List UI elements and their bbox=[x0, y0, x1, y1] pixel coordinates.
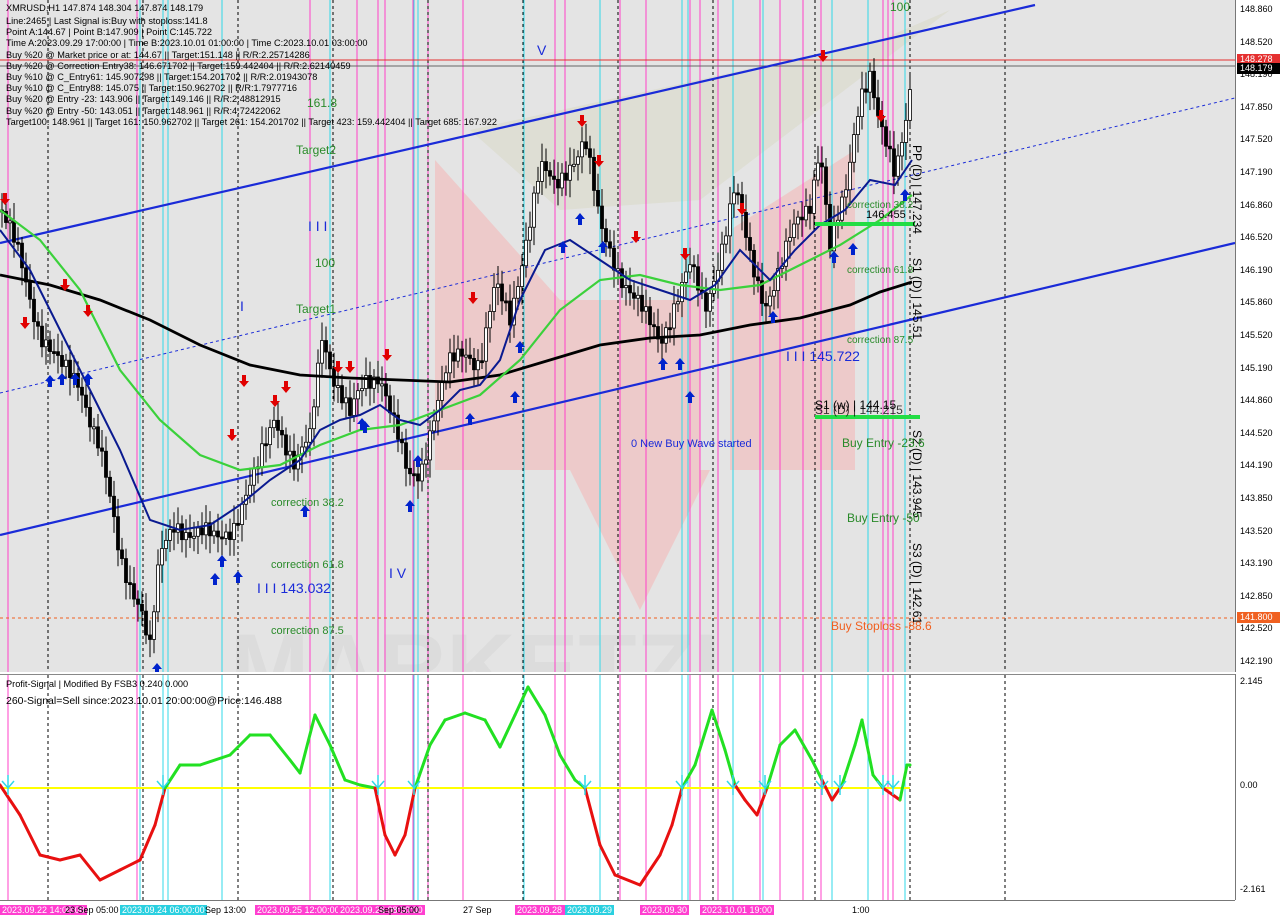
wave-i-label: I bbox=[240, 298, 244, 314]
price-tick: 142.190 bbox=[1240, 656, 1273, 666]
price-tick: 148.520 bbox=[1240, 36, 1273, 47]
price-tick: 147.190 bbox=[1240, 167, 1273, 177]
target1-label: Target1 bbox=[296, 302, 337, 316]
price-tick: 147.850 bbox=[1240, 101, 1273, 112]
price-tick: 142.520 bbox=[1240, 623, 1273, 634]
time-axis[interactable]: 2023.09.22 14:00:00 23 Sep 05:00 2023.09.2… bbox=[0, 900, 1235, 921]
correction-875-right-label: correction 87.5 bbox=[847, 335, 914, 346]
price-chart-panel[interactable]: MARKETZI PP (D) | 147.234 S1 (D) | 145.5… bbox=[0, 0, 1235, 672]
correction-618-label: correction 61.8 bbox=[271, 559, 344, 571]
price-tick: 143.520 bbox=[1240, 525, 1273, 536]
price-tick: 145.190 bbox=[1240, 362, 1273, 373]
top-100-label: 100 bbox=[890, 0, 911, 14]
indicator-tick: -2.161 bbox=[1240, 884, 1266, 894]
indicator-tick: 0.00 bbox=[1240, 780, 1258, 790]
price-tick: 147.520 bbox=[1240, 134, 1273, 145]
price-tick: 143.190 bbox=[1240, 558, 1273, 569]
info-line: Point A:144.67 | Point B:147.909 | Point… bbox=[6, 27, 213, 38]
info-line: Buy %20 @ Entry -50: 143.051 || Target:1… bbox=[6, 105, 281, 116]
wave-iii-label: I I I bbox=[308, 218, 328, 234]
fib-100-label: 100 bbox=[315, 256, 336, 270]
info-line: Line:2465 | Last Signal is:Buy with stop… bbox=[6, 16, 208, 26]
price-tick: 144.190 bbox=[1240, 460, 1273, 471]
new-buy-wave-label: 0 New Buy Wave started bbox=[631, 438, 752, 450]
price-tick: 144.520 bbox=[1240, 427, 1273, 438]
price-tick: 148.860 bbox=[1240, 4, 1273, 14]
info-line: Target100: 148.961 || Target 161: 150.96… bbox=[6, 116, 497, 127]
price-tick: 145.520 bbox=[1240, 330, 1273, 340]
info-line: Buy %20 @ Correction Entry38: 146.671702… bbox=[6, 60, 351, 71]
level-146455-label: 146.455 bbox=[866, 209, 906, 221]
time-label: Sep 05:00 bbox=[378, 905, 420, 915]
time-label: 27 Sep bbox=[463, 905, 492, 915]
time-label: 1:00 bbox=[852, 905, 870, 915]
price-tag: 148.179 bbox=[1237, 63, 1280, 74]
price-tick: 143.850 bbox=[1240, 493, 1273, 503]
price-tick: 146.860 bbox=[1240, 199, 1273, 210]
symbol-line: XMRUSD,H1 147.874 148.304 147.874 148.17… bbox=[6, 3, 204, 13]
time-label: 2023.09.24 06:00:00 bbox=[120, 905, 207, 915]
svg-text:MARKETZI: MARKETZI bbox=[230, 615, 721, 672]
wave-iii-price-label: I I I 143.032 bbox=[257, 580, 331, 596]
chart-window: MARKETZI PP (D) | 147.234 S1 (D) | 145.5… bbox=[0, 0, 1280, 921]
s1-daily-overlay-label: S1 (D) | 144.215 bbox=[815, 403, 903, 417]
profit-signal-panel[interactable]: Profit-Signal | Modified By FSB3 0.240 0… bbox=[0, 674, 1235, 901]
price-axis[interactable]: 148.860 148.520 148.190 147.850 147.520 147.1… bbox=[1235, 0, 1280, 764]
price-tick: 142.850 bbox=[1240, 590, 1273, 601]
buy-entry-23-label: Buy Entry -23.6 bbox=[842, 436, 925, 450]
buy-entry-50-label: Buy Entry -50 bbox=[847, 511, 920, 525]
correction-618-right-label: correction 61.8 bbox=[847, 265, 914, 276]
indicator-title: Profit-Signal | Modified By FSB3 0.240 0… bbox=[6, 679, 189, 689]
buy-stoploss-label: Buy Stoploss -88.6 bbox=[831, 619, 932, 633]
s3-daily-label: S3 (D) | 142.61 bbox=[910, 543, 924, 624]
indicator-axis: 2.145 0.00 -2.161 bbox=[1235, 674, 1280, 900]
price-tick: 145.860 bbox=[1240, 297, 1273, 308]
watermark-logo: MARKETZI bbox=[230, 10, 950, 672]
time-label: 2023.09.29 bbox=[565, 905, 615, 915]
time-label: 2023.09.25 12:00:00 bbox=[255, 905, 342, 915]
time-label: 2023.09.30 bbox=[640, 905, 690, 915]
wave-c-price-label: I I I 145.722 bbox=[786, 348, 860, 364]
wave-v-label: V bbox=[537, 42, 547, 58]
price-tick: 144.860 bbox=[1240, 395, 1273, 406]
wave-iv-label: I V bbox=[389, 565, 407, 581]
target2-label: Target2 bbox=[296, 143, 337, 157]
info-line: Buy %10 @ C_Entry61: 145.907298 || Targe… bbox=[6, 72, 318, 82]
price-tick: 146.190 bbox=[1240, 264, 1273, 275]
info-line: Buy %10 @ C_Entry88: 145.075 || Target:1… bbox=[6, 83, 297, 94]
time-label: 2023.10.01 19:00 bbox=[700, 905, 775, 915]
indicator-signal: 260-Signal=Sell since:2023.10.01 20:00:0… bbox=[6, 695, 282, 707]
price-tag: 141.800 bbox=[1237, 612, 1280, 623]
oscillator-canvas bbox=[0, 675, 1006, 901]
pp-daily-label: PP (D) | 147.234 bbox=[910, 145, 924, 234]
fib-161-label: 161.8 bbox=[307, 96, 338, 110]
correction-875-label: correction 87.5 bbox=[271, 625, 344, 637]
info-line: Time A:2023.09.29 17:00:00 | Time B:2023… bbox=[6, 38, 368, 49]
info-line: Buy %20 @ Entry -23: 143.906 || Target:1… bbox=[6, 94, 281, 105]
time-label: 23 Sep 05:00 bbox=[65, 905, 119, 915]
indicator-tick: 2.145 bbox=[1240, 676, 1263, 686]
info-line: Buy %20 @ Market price or at: 144.67 || … bbox=[6, 49, 310, 60]
correction-382-label: correction 38.2 bbox=[271, 497, 344, 509]
time-label: Sep 13:00 bbox=[205, 905, 247, 915]
price-tick: 146.520 bbox=[1240, 232, 1273, 243]
